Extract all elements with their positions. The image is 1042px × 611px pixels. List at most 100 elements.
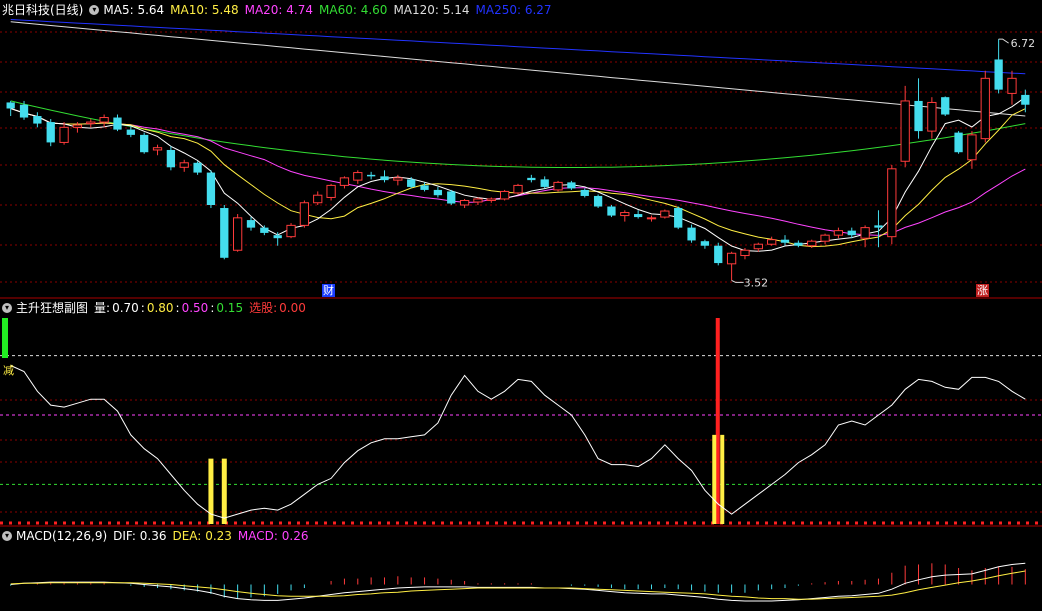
candle-down	[6, 102, 15, 109]
candle-up	[740, 249, 750, 257]
candle-down	[593, 195, 603, 207]
candle-up	[299, 202, 310, 226]
candle-down	[260, 227, 269, 233]
finance-badge[interactable]: 财	[322, 284, 335, 297]
candle-up	[820, 234, 830, 242]
high-price-label: 6.72	[1011, 37, 1035, 50]
ma5-label: MA5:	[103, 3, 134, 17]
candle-up	[99, 117, 109, 123]
candle-down	[220, 208, 229, 258]
ma250-value: 6.27	[524, 3, 552, 17]
ma250-label: MA250:	[475, 3, 522, 17]
candle-down	[1021, 94, 1030, 105]
candle-up	[353, 172, 363, 181]
candle-up	[232, 217, 243, 251]
candle-up	[767, 239, 777, 245]
signal-bar	[221, 458, 227, 524]
candle-down	[634, 214, 643, 218]
ma5-indicator: MA5: 5.64	[103, 2, 164, 18]
candle-down	[994, 59, 1003, 90]
candle-down	[674, 208, 683, 228]
candle-down	[567, 182, 576, 189]
ma250-line	[10, 19, 1026, 75]
candle-down	[126, 129, 135, 135]
candle-up	[927, 101, 937, 132]
candle-up	[313, 194, 323, 204]
candle-up	[660, 210, 670, 218]
indicator-line	[10, 365, 1026, 519]
candle-down	[874, 225, 883, 228]
candle-down	[433, 189, 443, 196]
candle-down	[246, 220, 256, 228]
candle-down	[113, 117, 122, 130]
candle-down	[700, 241, 710, 246]
candle-down	[46, 122, 55, 143]
indicator-item-9: 0.00	[279, 301, 306, 315]
candle-up	[887, 168, 897, 238]
ma120-line	[10, 21, 1026, 117]
indicator-panel-header: ▾ 主升狂想副图 量: 0.70 : 0.80 : 0.50 : 0.15 选股…	[2, 300, 312, 316]
reduce-label: 减	[3, 364, 14, 377]
ma20-indicator: MA20: 4.74	[245, 2, 313, 18]
ma10-line	[10, 108, 1026, 248]
dea-label: DEA:	[172, 529, 202, 543]
candle-up	[152, 147, 163, 151]
candle-down	[193, 162, 202, 173]
indicator-item-5: 0.50	[181, 301, 209, 315]
candle-up	[646, 217, 657, 220]
macd-label: MACD:	[237, 529, 278, 543]
candle-down	[527, 177, 536, 181]
ma120-indicator: MA120: 5.14	[393, 2, 469, 18]
indicator-item-4: :	[175, 301, 180, 315]
macd-dea-line	[10, 570, 1026, 600]
candle-up	[726, 252, 737, 265]
indicator-item-6: :	[210, 301, 215, 315]
ma60-indicator: MA60: 4.60	[319, 2, 387, 18]
candle-down	[19, 104, 29, 118]
dif-label: DIF:	[113, 529, 136, 543]
candle-down	[407, 179, 416, 187]
settings-icon[interactable]: ▾	[89, 5, 100, 15]
macd-title: MACD(12,26,9)	[16, 529, 108, 543]
candle-up	[286, 224, 296, 238]
ma120-label: MA120:	[393, 3, 439, 17]
candle-up	[500, 190, 510, 200]
stock-title: 兆日科技(日线)	[2, 3, 84, 17]
candle-up	[807, 240, 817, 247]
ma60-value: 4.60	[360, 3, 388, 17]
candle-down	[687, 227, 696, 241]
candle-up	[486, 198, 496, 201]
candle-up	[473, 198, 483, 203]
ma250-indicator: MA250: 6.27	[476, 2, 552, 18]
start-signal-bar	[2, 318, 8, 358]
candle-down	[580, 189, 589, 196]
candle-up	[900, 100, 910, 162]
candle-down	[166, 149, 176, 168]
dea-value: 0.23	[205, 529, 232, 543]
ma20-line	[10, 108, 1026, 236]
candle-up	[513, 184, 523, 194]
indicator-item-7: 0.15	[216, 301, 244, 315]
dif-value: 0.36	[139, 529, 167, 543]
high-marker	[998, 38, 1009, 44]
low-price-label: 3.52	[744, 276, 769, 289]
candle-down	[447, 191, 456, 204]
indicator-item-0: 量:	[94, 301, 111, 315]
candle-up	[393, 177, 403, 181]
ma5-line	[10, 96, 1026, 252]
candle-up	[833, 230, 844, 236]
limit-up-badge[interactable]: 涨	[976, 284, 989, 297]
ma20-value: 4.74	[286, 3, 314, 17]
macd-settings-icon[interactable]: ▾	[2, 531, 12, 541]
candle-down	[140, 134, 149, 153]
candle-up	[459, 199, 470, 206]
indicator-settings-icon[interactable]: ▾	[2, 303, 12, 313]
macd-dif-line	[10, 562, 1026, 602]
candle-down	[941, 97, 950, 115]
price-panel-header: 兆日科技(日线) ▾ MA5: 5.64 MA10: 5.48 MA20: 4.…	[2, 2, 558, 18]
candle-down	[206, 172, 216, 206]
ma5-value: 5.64	[137, 3, 165, 17]
candle-up	[86, 121, 96, 125]
macd-value: MACD: 0.26	[238, 528, 309, 544]
candle-down	[954, 132, 963, 153]
